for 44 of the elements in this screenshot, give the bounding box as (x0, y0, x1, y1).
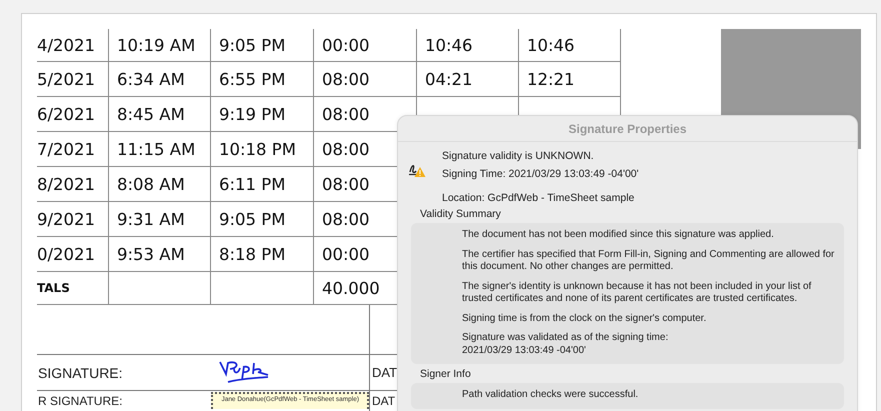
table-cell: 8:45 AM (109, 97, 211, 132)
table-cell: 10:46 (519, 29, 621, 62)
signing-location: Location: GcPdfWeb - TimeSheet sample (442, 192, 636, 204)
info-paragraph: The document has not been modified since this signature was applied. (462, 229, 775, 242)
signature-warning-icon (408, 162, 426, 178)
table-cell: 0/2021 (37, 237, 109, 272)
table-cell: 12:21 (519, 62, 621, 97)
table-cell: 6:11 PM (211, 167, 314, 202)
table-cell: 4/2021 (37, 29, 109, 62)
info-paragraph: Signature was validated as of the signing time: 2021/03/29 13:03:49 -04'00' (462, 332, 670, 357)
table-cell: 04:21 (417, 62, 519, 97)
signature-label: SIGNATURE: (38, 364, 124, 380)
section-title: Signer Info (419, 367, 472, 382)
table-cell: 9/2021 (37, 202, 109, 237)
table-cell: 6:55 PM (211, 62, 314, 97)
table-cell: 9:53 AM (109, 237, 211, 272)
table-cell: 8:18 PM (211, 237, 314, 272)
table-cell: 00:00 (314, 29, 417, 62)
table-cell: 10:19 AM (109, 29, 211, 62)
section-title: Validity Summary (419, 207, 502, 222)
table-cell: 5/2021 (37, 62, 109, 97)
table-cell: 9:19 PM (211, 97, 314, 132)
table-cell: 8/2021 (37, 167, 109, 202)
info-paragraph: Signing time is from the clock on the signer's computer. (462, 312, 708, 325)
validity-status: Signature validity is UNKNOWN. (442, 150, 595, 162)
table-cell: 08:00 (314, 62, 417, 97)
table-cell: 10:46 (417, 29, 519, 62)
info-paragraph: The signer's identity is unknown because it has not been included in your list of trusted certificates and none of its parent certificates are trusted certificates. (462, 280, 812, 306)
table-cell: 9:05 PM (211, 29, 314, 62)
table-cell: 9:05 PM (211, 202, 314, 237)
table-cell: 10:18 PM (211, 132, 314, 167)
signature-label: R SIGNATURE: (38, 394, 124, 408)
table-cell: 11:15 AM (109, 132, 211, 167)
signing-time: Signing Time: 2021/03/29 13:03:49 -04'00' (442, 168, 640, 180)
info-paragraph: The certifier has specified that Form Fill-in, Signing and Commenting are allowed for this document. No other changes are permitted. (462, 248, 836, 274)
table-cell: TALS (37, 272, 109, 305)
table-cell: 6:34 AM (109, 62, 211, 97)
table-cell: 9:31 AM (109, 202, 211, 237)
dialog-title: Signature Properties (398, 116, 857, 142)
table-cell: 7/2021 (37, 132, 109, 167)
table-cell: 8:08 AM (109, 167, 211, 202)
table-cell: 6/2021 (37, 97, 109, 132)
date-label: DAT (371, 393, 396, 408)
info-paragraph: Path validation checks were successful. (462, 389, 640, 402)
